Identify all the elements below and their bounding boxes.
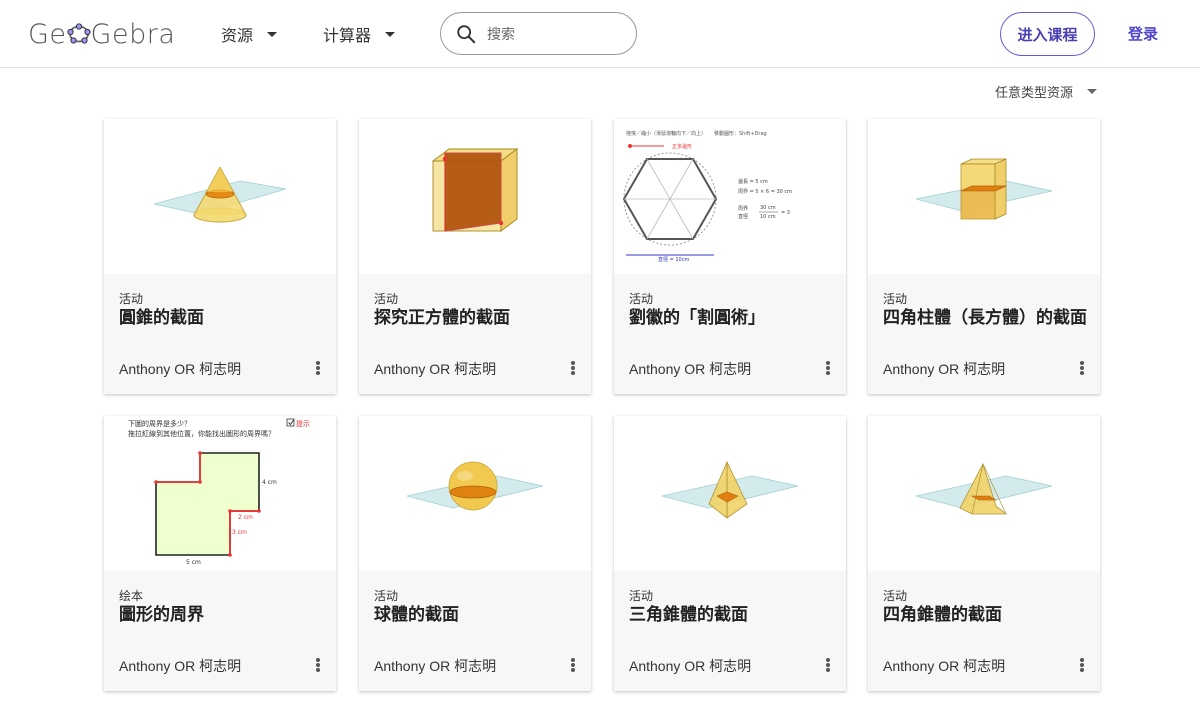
card-type: 绘本: [119, 589, 144, 603]
thumb-perimeter-text: 周界 = 5 × 6 = 30 cm: [738, 189, 792, 195]
more-options-icon[interactable]: [824, 359, 832, 377]
resource-card[interactable]: 下圖的周界是多少？ 拖拉紅線到其他位置，你能找出圖形的周界嗎？ 提示 4 cm …: [104, 416, 336, 691]
thumb-top-right-text: 移動圖形：Shift+Drag: [714, 130, 767, 137]
nav-resources-dropdown[interactable]: 资源: [221, 22, 278, 46]
thumb-dim-2: 2 cm: [238, 514, 253, 521]
more-options-icon[interactable]: [314, 359, 322, 377]
resource-type-filter-label: 任意类型资源: [995, 85, 1074, 100]
resource-card[interactable]: 活动 四角柱體（長方體）的截面 Anthony OR 柯志明: [868, 119, 1100, 394]
more-options-icon[interactable]: [569, 656, 577, 674]
logo-flower-icon: [66, 22, 91, 46]
card-author[interactable]: Anthony OR 柯志明: [119, 656, 241, 676]
chevron-down-icon: [385, 31, 396, 37]
resource-card[interactable]: 活动 球體的截面 Anthony OR 柯志明: [359, 416, 591, 691]
card-author[interactable]: Anthony OR 柯志明: [119, 359, 241, 379]
resource-card[interactable]: 拖曳／縮小（滑鼠滾輪向下／向上） 移動圖形：Shift+Drag 正多邊形 直徑…: [614, 119, 846, 394]
card-author[interactable]: Anthony OR 柯志明: [374, 359, 496, 379]
card-thumbnail-hexagon-circle: 拖曳／縮小（滑鼠滾輪向下／向上） 移動圖形：Shift+Drag 正多邊形 直徑…: [614, 119, 846, 274]
nav-resources-label: 资源: [221, 28, 254, 45]
nav-calculators-dropdown[interactable]: 计算器: [323, 22, 396, 46]
login-button[interactable]: 登录: [1128, 23, 1158, 44]
thumb-dim-5: 5 cm: [186, 559, 201, 566]
more-options-icon[interactable]: [1078, 656, 1086, 674]
more-options-icon[interactable]: [1078, 359, 1086, 377]
thumb-ratio-bottom-label: 直徑: [738, 213, 748, 220]
card-thumbnail-cube-section: [359, 119, 591, 274]
thumb-ratio-top-label: 周界: [738, 206, 748, 212]
geogebra-logo[interactable]: Ge Gebra: [28, 18, 175, 50]
logo-text-gebra: Gebra: [90, 18, 176, 50]
card-title[interactable]: 三角錐體的截面: [629, 604, 834, 626]
card-title[interactable]: 圓錐的截面: [119, 307, 324, 329]
chevron-down-icon: [267, 31, 278, 37]
card-thumbnail-prism-section: [868, 119, 1100, 274]
thumb-dim-4: 4 cm: [262, 479, 277, 486]
more-options-icon[interactable]: [314, 656, 322, 674]
card-thumbnail-square-pyramid-section: [868, 416, 1100, 571]
card-type: 活动: [374, 292, 399, 306]
card-title[interactable]: 圖形的周界: [119, 604, 324, 626]
resource-type-filter[interactable]: 任意类型资源: [995, 82, 1098, 101]
card-thumbnail-sphere-section: [359, 416, 591, 571]
resource-card[interactable]: 活动 圓錐的截面 Anthony OR 柯志明: [104, 119, 336, 394]
resource-card[interactable]: 活动 三角錐體的截面 Anthony OR 柯志明: [614, 416, 846, 691]
resource-card[interactable]: 活动 四角錐體的截面 Anthony OR 柯志明: [868, 416, 1100, 691]
card-type: 活动: [629, 589, 654, 603]
card-title[interactable]: 四角錐體的截面: [883, 604, 1088, 626]
thumb-question-text: 下圖的周界是多少？: [128, 419, 191, 428]
card-author[interactable]: Anthony OR 柯志明: [883, 359, 1005, 379]
card-thumbnail-triangular-pyramid-section: [614, 416, 846, 571]
thumb-side-length-text: 邊長 = 5 cm: [738, 178, 768, 185]
card-type: 活动: [119, 292, 144, 306]
card-thumbnail-perimeter-shape: 下圖的周界是多少？ 拖拉紅線到其他位置，你能找出圖形的周界嗎？ 提示 4 cm …: [104, 416, 336, 571]
logo-text-geo: Ge: [28, 18, 67, 50]
card-author[interactable]: Anthony OR 柯志明: [629, 656, 751, 676]
card-title[interactable]: 劉徽的「割圓術」: [629, 307, 834, 329]
nav-calculators-label: 计算器: [323, 28, 372, 45]
more-options-icon[interactable]: [569, 359, 577, 377]
card-author[interactable]: Anthony OR 柯志明: [883, 656, 1005, 676]
card-title[interactable]: 球體的截面: [374, 604, 579, 626]
card-author[interactable]: Anthony OR 柯志明: [374, 656, 496, 676]
thumb-checkbox-label: 提示: [296, 419, 310, 428]
search-box[interactable]: [440, 12, 637, 55]
thumb-diameter-text: 直徑 = 10cm: [658, 256, 689, 263]
card-thumbnail-cone-section: [104, 119, 336, 274]
more-options-icon[interactable]: [824, 656, 832, 674]
card-title[interactable]: 探究正方體的截面: [374, 307, 579, 329]
thumb-instruction-text: 拖拉紅線到其他位置，你能找出圖形的周界嗎？: [128, 429, 275, 438]
thumb-ratio-result: = 3: [781, 210, 790, 216]
resource-card[interactable]: 活动 探究正方體的截面 Anthony OR 柯志明: [359, 119, 591, 394]
thumb-ratio-denominator: 10 cm: [760, 214, 776, 220]
thumb-ratio-numerator: 30 cm: [760, 205, 776, 211]
search-icon: [457, 24, 476, 43]
card-title[interactable]: 四角柱體（長方體）的截面: [883, 307, 1088, 329]
enter-class-button[interactable]: 进入课程: [1000, 12, 1095, 56]
search-input[interactable]: [487, 25, 627, 42]
thumb-red-label: 正多邊形: [672, 143, 692, 150]
thumb-top-left-text: 拖曳／縮小（滑鼠滾輪向下／向上）: [626, 130, 706, 137]
card-type: 活动: [883, 589, 908, 603]
card-type: 活动: [883, 292, 908, 306]
card-type: 活动: [629, 292, 654, 306]
chevron-down-icon: [1087, 89, 1098, 94]
top-header: Ge Gebra 资源 计算器 进入课程 登录: [0, 0, 1200, 68]
thumb-dim-3: 3 cm: [232, 529, 247, 536]
card-author[interactable]: Anthony OR 柯志明: [629, 359, 751, 379]
card-type: 活动: [374, 589, 399, 603]
